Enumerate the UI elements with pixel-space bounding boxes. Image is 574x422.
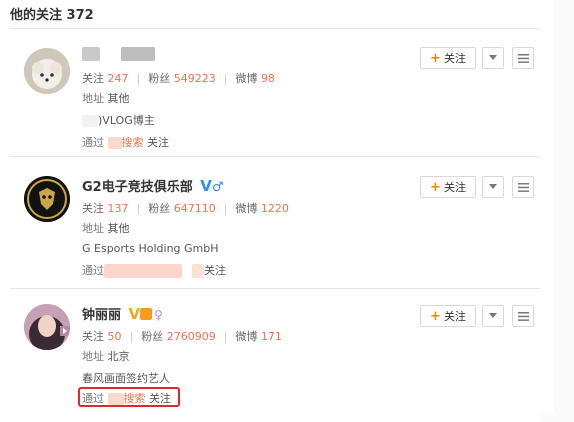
follow-source: 通过 关注 [82,262,226,278]
address-value: 北京 [107,350,130,363]
user-name[interactable]: G2电子竞技俱乐部 V♂ [82,176,224,195]
address-value: 其他 [107,222,130,235]
follow-count-label: 关注 [82,330,104,343]
avatar[interactable] [24,48,70,94]
avatar[interactable] [24,304,70,350]
user-stats: 关注 50 | 粉丝 2760909 | 微博 171 [82,330,282,343]
avatar[interactable] [24,176,70,222]
user-address: 地址 其他 [82,90,130,106]
chevron-down-icon [489,184,497,189]
weibo-label: 微博 [235,202,258,215]
user-name-text: 钟丽丽 [82,308,122,323]
bio-text: G Esports Holding GmbH [82,242,219,255]
menu-button[interactable] [512,47,534,69]
divider [10,156,540,157]
follow-button[interactable]: + 关注 [420,176,476,198]
address-label: 地址 [82,222,104,235]
fans-label: 粉丝 [148,202,171,215]
weibo-count[interactable]: 171 [261,330,282,343]
blurred-text [82,115,98,127]
more-dropdown-button[interactable] [482,47,504,69]
follow-source: 通过 搜索 关注 [82,390,171,406]
male-gender-icon: ♂ [211,180,224,195]
blurred-text [192,264,204,278]
fans-label: 粉丝 [141,330,164,343]
user-name[interactable]: 钟丽丽 V ♀ [82,304,163,323]
follow-count-label: 关注 [82,202,104,215]
fans-count[interactable]: 647110 [174,202,216,215]
follow-button-label: 关注 [443,52,466,65]
divider [10,28,540,29]
plus-icon: + [430,179,441,195]
weibo-label: 微博 [235,330,258,343]
user-bio: G Esports Holding GmbH [82,242,219,255]
follow-count[interactable]: 50 [108,330,122,343]
blurred-name [120,46,155,61]
follow-count-label: 关注 [82,72,104,85]
via-label: 通过 [82,264,104,277]
follow-button[interactable]: + 关注 [420,305,476,327]
member-badge-icon [140,308,153,320]
plus-icon: + [430,50,441,66]
menu-icon [517,182,529,192]
follow-suffix: 关注 [147,136,169,149]
fans-count[interactable]: 2760909 [167,330,216,343]
address-value: 其他 [107,92,130,105]
fans-count[interactable]: 549223 [174,72,216,85]
menu-button[interactable] [512,305,534,327]
weibo-count[interactable]: 98 [261,72,275,85]
blurred-text [107,137,122,149]
follow-button-label: 关注 [443,181,466,194]
follow-suffix: 关注 [204,264,226,277]
user-address: 地址 其他 [82,220,130,236]
blurred-text [107,393,124,405]
follow-count[interactable]: 247 [108,72,129,85]
female-gender-icon: ♀ [154,308,163,322]
follow-count[interactable]: 137 [108,202,129,215]
more-dropdown-button[interactable] [482,176,504,198]
via-label: 通过 [82,136,104,149]
follow-button-label: 关注 [443,310,466,323]
following-list-panel: 他的关注 372 关注 247 | 粉丝 549223 | 微博 98 地址 其… [2,0,554,412]
user-stats: 关注 137 | 粉丝 647110 | 微博 1220 [82,202,289,215]
plus-icon: + [430,308,441,324]
search-link[interactable]: 搜索 [124,392,146,405]
user-bio: 春风画面签约艺人 [82,370,170,386]
weibo-label: 微博 [235,72,258,85]
fans-label: 粉丝 [148,72,171,85]
chevron-down-icon [489,313,497,318]
divider [10,288,540,289]
follow-source: 通过 搜索 关注 [82,134,169,150]
bio-text: )VLOG博主 [98,114,155,127]
user-stats: 关注 247 | 粉丝 549223 | 微博 98 [82,72,275,85]
chevron-down-icon [489,55,497,60]
user-name-text: G2电子竞技俱乐部 [82,180,193,195]
address-label: 地址 [82,350,104,363]
menu-button[interactable] [512,176,534,198]
blurred-text [104,264,182,278]
address-label: 地址 [82,92,104,105]
follow-suffix: 关注 [149,392,171,405]
via-label: 通过 [82,392,104,405]
menu-icon [517,53,529,63]
page-title: 他的关注 372 [10,8,94,23]
user-name[interactable] [82,46,155,61]
search-link[interactable]: 搜索 [122,136,144,149]
bio-text: 春风画面签约艺人 [82,372,170,385]
weibo-count[interactable]: 1220 [261,202,289,215]
user-address: 地址 北京 [82,348,130,364]
user-bio: )VLOG博主 [82,112,155,128]
menu-icon [517,311,529,321]
verified-v-icon: V [128,305,141,323]
follow-button[interactable]: + 关注 [420,47,476,69]
blurred-name [82,46,100,61]
more-dropdown-button[interactable] [482,305,504,327]
verified-v-icon: V [200,177,212,195]
